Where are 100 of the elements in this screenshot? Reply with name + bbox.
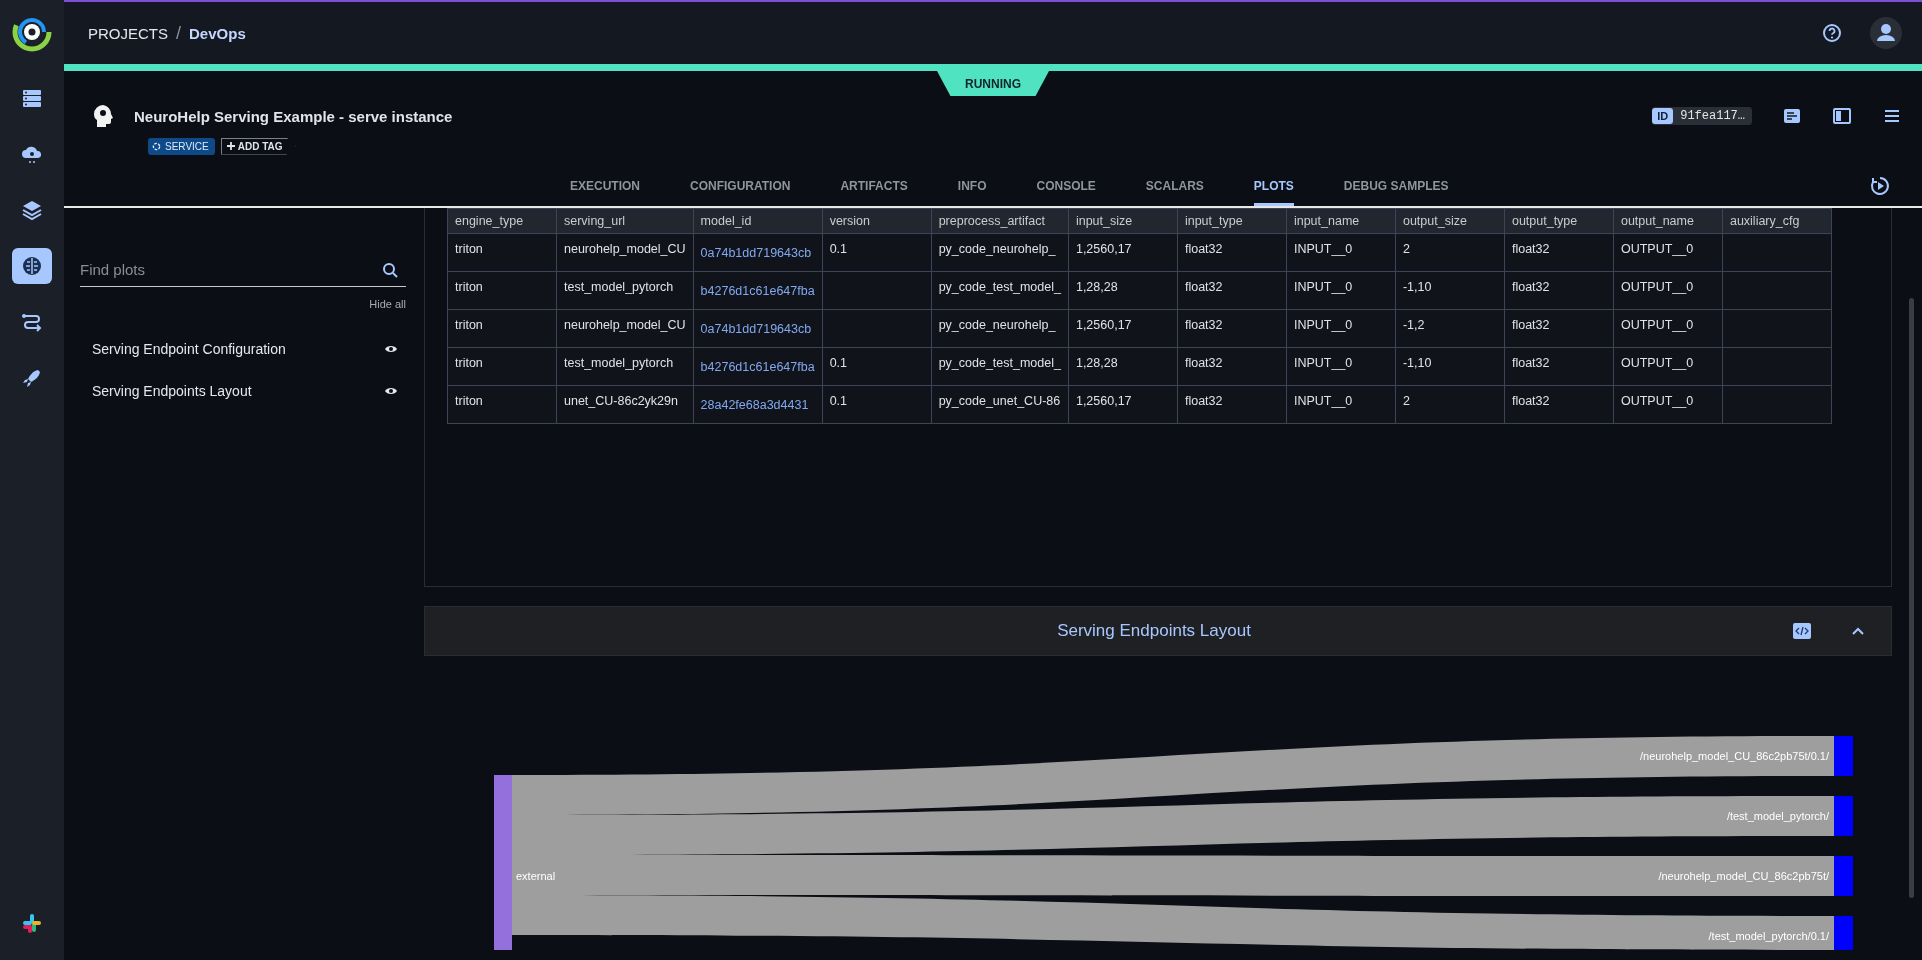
- refresh-play-icon[interactable]: [1870, 176, 1890, 196]
- column-header: auxiliary_cfg: [1722, 208, 1832, 234]
- table-cell: float32: [1504, 385, 1614, 424]
- tab[interactable]: SCALARS: [1145, 179, 1204, 206]
- table-cell: OUTPUT__0: [1613, 385, 1723, 424]
- help-icon[interactable]: [1822, 23, 1842, 43]
- node-label: external: [516, 870, 556, 882]
- table-cell: triton: [447, 309, 557, 348]
- plot-list-item[interactable]: Serving Endpoints Layout: [92, 383, 252, 399]
- table-cell: neurohelp_model_CU: [556, 309, 694, 348]
- tab[interactable]: ARTIFACTS: [840, 179, 908, 206]
- id-label: ID: [1652, 108, 1674, 124]
- table-cell: test_model_pytorch: [556, 347, 694, 386]
- tab[interactable]: DEBUG SAMPLES: [1343, 179, 1449, 206]
- hide-all-button[interactable]: Hide all: [369, 298, 406, 310]
- layout-icon[interactable]: [1832, 106, 1852, 126]
- code-icon[interactable]: [1793, 623, 1811, 639]
- table-cell: 1,2560,17: [1068, 309, 1178, 348]
- table-cell: py_code_test_model_: [931, 271, 1069, 310]
- id-value: 91fea117…: [1679, 109, 1746, 123]
- table-cell[interactable]: 28a42fe68a3d4431: [693, 385, 823, 424]
- column-header: version: [822, 208, 932, 234]
- plot-list-item[interactable]: Serving Endpoint Configuration: [92, 341, 286, 357]
- table-cell: 0.1: [822, 347, 932, 386]
- status-badge: RUNNING: [937, 71, 1049, 96]
- table-cell: neurohelp_model_CU: [556, 233, 694, 272]
- table-cell: triton: [447, 233, 557, 272]
- table-cell[interactable]: 0a74b1dd719643cb: [693, 233, 823, 272]
- plot-title: Serving Endpoints Layout: [1056, 621, 1252, 641]
- hash-logo-icon[interactable]: [21, 912, 43, 934]
- table-cell: py_code_neurohelp_: [931, 309, 1069, 348]
- target-node: [1834, 736, 1853, 776]
- search-field[interactable]: Find plots: [80, 253, 406, 287]
- node-label: /test_model_pytorch/0.1/: [1708, 930, 1829, 942]
- column-header: input_name: [1286, 208, 1396, 234]
- table-cell: INPUT__0: [1286, 347, 1396, 386]
- tab[interactable]: INFO: [957, 179, 987, 206]
- table-cell: float32: [1504, 233, 1614, 272]
- table-cell: OUTPUT__0: [1613, 233, 1723, 272]
- table-cell[interactable]: b4276d1c61e647fba: [693, 347, 823, 386]
- tab[interactable]: EXECUTION: [570, 179, 640, 206]
- breadcrumb-link[interactable]: PROJECTS: [88, 24, 168, 42]
- table-cell: float32: [1177, 233, 1287, 272]
- column-header: engine_type: [447, 208, 557, 234]
- table-cell: -1,2: [1395, 309, 1505, 348]
- table-cell: INPUT__0: [1286, 233, 1396, 272]
- table-cell: -1,10: [1395, 271, 1505, 310]
- table-cell: float32: [1504, 271, 1614, 310]
- table-cell: test_model_pytorch: [556, 271, 694, 310]
- table-cell: triton: [447, 385, 557, 424]
- nav-button[interactable]: [12, 248, 52, 284]
- info-panel-icon[interactable]: [1782, 106, 1802, 126]
- table-cell: float32: [1177, 309, 1287, 348]
- table-cell: 0.1: [822, 385, 932, 424]
- table-cell: INPUT__0: [1286, 271, 1396, 310]
- column-header: input_size: [1068, 208, 1178, 234]
- table-cell: OUTPUT__0: [1613, 347, 1723, 386]
- table-cell: triton: [447, 347, 557, 386]
- target-node: [1834, 856, 1853, 896]
- tab[interactable]: CONFIGURATION: [690, 179, 791, 206]
- table-cell[interactable]: 0a74b1dd719643cb: [693, 309, 823, 348]
- table-cell: float32: [1504, 347, 1614, 386]
- table-cell: triton: [447, 271, 557, 310]
- table-cell: py_code_test_model_: [931, 347, 1069, 386]
- table-cell: 2: [1395, 385, 1505, 424]
- gear-icon: [152, 141, 161, 151]
- table-cell: OUTPUT__0: [1613, 271, 1723, 310]
- table-cell: float32: [1177, 271, 1287, 310]
- plus-icon: [226, 142, 235, 150]
- node-label: /test_model_pytorch/: [1726, 810, 1829, 822]
- search-icon[interactable]: [382, 262, 398, 278]
- column-header: model_id: [693, 208, 823, 234]
- table-cell: float32: [1177, 385, 1287, 424]
- target-node: [1834, 916, 1853, 950]
- table-cell: OUTPUT__0: [1613, 309, 1723, 348]
- column-header: serving_url: [556, 208, 694, 234]
- table-cell: 1,28,28: [1068, 347, 1178, 386]
- node-label: /neurohelp_model_CU_86c2pb75t/0.1/: [1640, 750, 1829, 762]
- table-cell: unet_CU-86c2yk29n: [556, 385, 694, 424]
- breadcrumb-separator: /: [176, 22, 182, 44]
- tag[interactable]: SERVICE: [148, 137, 215, 155]
- table-cell: 1,2560,17: [1068, 233, 1178, 272]
- avatar-icon[interactable]: [1870, 17, 1902, 49]
- id-field[interactable]: ID 91fea117…: [1652, 107, 1752, 125]
- table-cell: 0.1: [822, 233, 932, 272]
- table-cell: INPUT__0: [1286, 309, 1396, 348]
- column-header: preprocess_artifact: [931, 208, 1069, 234]
- target-node: [1834, 796, 1853, 836]
- table-cell: float32: [1504, 309, 1614, 348]
- column-header: output_type: [1504, 208, 1614, 234]
- table-cell[interactable]: b4276d1c61e647fba: [693, 271, 823, 310]
- table-cell: py_code_neurohelp_: [931, 233, 1069, 272]
- table-cell: 1,2560,17: [1068, 385, 1178, 424]
- tab[interactable]: CONSOLE: [1036, 179, 1096, 206]
- table-cell: float32: [1177, 347, 1287, 386]
- node-label: /neurohelp_model_CU_86c2pb75t/: [1658, 870, 1829, 882]
- task-title: NeuroHelp Serving Example - serve instance: [134, 107, 453, 125]
- layers-icon: [20, 198, 44, 222]
- scrollbar[interactable]: [1909, 298, 1914, 898]
- column-header: input_type: [1177, 208, 1287, 234]
